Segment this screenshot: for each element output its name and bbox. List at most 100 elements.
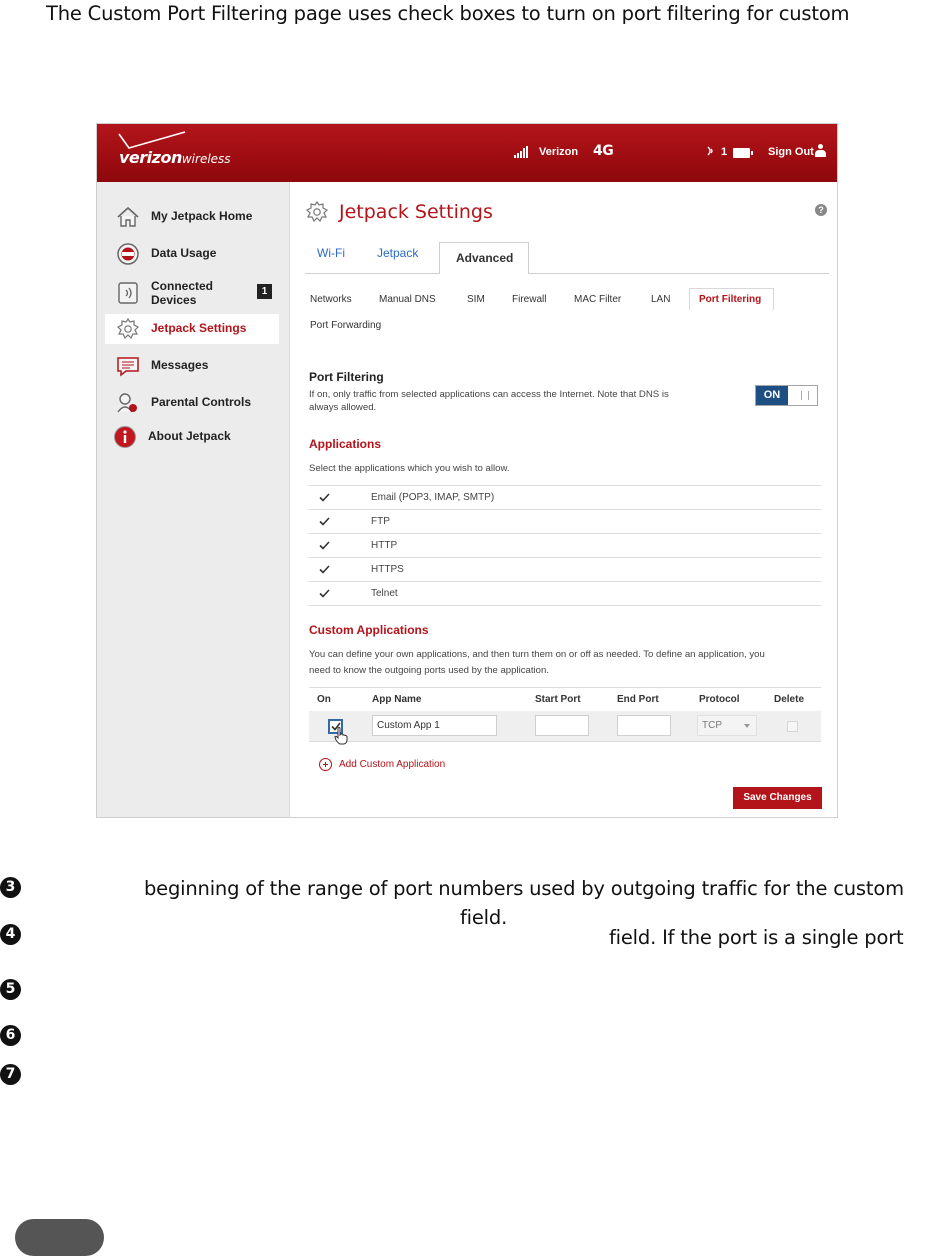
column-header-app-name: App Name (372, 694, 422, 705)
protocol-select[interactable]: TCP (697, 715, 757, 736)
sidebar-item-label: Messages (151, 358, 209, 372)
subtab-sim[interactable]: SIM (467, 294, 485, 305)
settings-gear-icon (305, 200, 329, 223)
sidebar-item-parental-controls[interactable]: Parental Controls (105, 388, 279, 418)
subtab-port-filtering-label: Port Filtering (699, 294, 762, 305)
custom-apps-table-header: On App Name Start Port End Port Protocol… (309, 687, 821, 711)
subtab-manual-dns[interactable]: Manual DNS (379, 294, 436, 305)
protocol-value: TCP (702, 720, 722, 731)
sidebar: My Jetpack Home Data Usage Connected Dev… (97, 182, 290, 817)
step-bullet-5: 5 (0, 979, 21, 1000)
step-bullet-4: 4 (0, 924, 21, 945)
page-number-pill (15, 1219, 104, 1256)
checkbox-checked-icon[interactable] (319, 541, 330, 550)
checkbox-checked-icon[interactable] (319, 493, 330, 502)
app-name-input[interactable]: Custom App 1 (372, 715, 497, 736)
user-icon[interactable] (815, 144, 826, 158)
intro-text: The Custom Port Filtering page uses chec… (46, 2, 850, 25)
sidebar-item-label: Jetpack Settings (151, 321, 247, 335)
connected-devices-icon (118, 282, 138, 304)
tabs-divider (305, 273, 829, 274)
list-item: Telnet (309, 581, 821, 605)
step-4-line-1: field. If the port is a single port (609, 926, 904, 949)
sign-out-link[interactable]: Sign Out (768, 146, 814, 158)
sidebar-item-connected-devices[interactable]: Connected Devices 1 (105, 277, 279, 309)
port-filtering-toggle[interactable]: ON (755, 385, 818, 406)
toggle-grip-icon (801, 391, 809, 400)
toggle-on-label: ON (756, 386, 788, 405)
main-content: Jetpack Settings ? Wi-Fi Jetpack Advance… (291, 182, 837, 817)
step-3-line-1: beginning of the range of port numbers u… (144, 877, 904, 900)
hand-cursor-icon (334, 727, 348, 745)
app-label: HTTPS (371, 564, 404, 575)
step-bullet-7: 7 (0, 1064, 21, 1085)
info-icon (114, 426, 136, 448)
column-header-protocol: Protocol (699, 694, 740, 705)
end-port-input[interactable] (617, 715, 671, 736)
start-port-input[interactable] (535, 715, 589, 736)
column-header-delete: Delete (774, 694, 805, 705)
tab-jetpack[interactable]: Jetpack (377, 246, 418, 260)
step-bullet-6: 6 (0, 1025, 21, 1046)
table-row: Custom App 1 TCP (309, 711, 821, 745)
add-custom-application-label: Add Custom Application (339, 759, 446, 770)
save-changes-button[interactable]: Save Changes (733, 787, 822, 809)
custom-applications-description-2: need to know the outgoing ports used by … (309, 665, 550, 676)
subtab-port-forwarding[interactable]: Port Forwarding (310, 320, 381, 331)
sidebar-item-label: Data Usage (151, 246, 217, 260)
sidebar-item-label: My Jetpack Home (151, 209, 253, 223)
subtab-mac-filter[interactable]: MAC Filter (574, 294, 621, 305)
page-title: Jetpack Settings (339, 201, 493, 223)
sidebar-item-messages[interactable]: Messages (105, 351, 279, 381)
port-filtering-description-2: always allowed. (309, 402, 377, 413)
connected-signal-icon (707, 146, 713, 156)
subtab-networks[interactable]: Networks (310, 294, 352, 305)
checkbox-checked-icon[interactable] (319, 565, 330, 574)
add-circle-icon (319, 758, 332, 771)
app-label: Telnet (371, 588, 398, 599)
checkbox-checked-icon[interactable] (319, 589, 330, 598)
battery-icon (733, 148, 753, 158)
brand-suffix: wireless (181, 152, 231, 166)
parental-controls-icon (117, 393, 137, 413)
custom-applications-heading: Custom Applications (309, 623, 429, 637)
tab-wifi[interactable]: Wi-Fi (317, 246, 345, 260)
app-label: Email (POP3, IMAP, SMTP) (371, 492, 495, 503)
port-filtering-heading: Port Filtering (309, 370, 384, 384)
chevron-down-icon (744, 724, 750, 728)
brand-name: verizon (119, 148, 182, 167)
help-icon[interactable]: ? (815, 204, 827, 216)
list-divider (309, 605, 821, 606)
app-label: FTP (371, 516, 390, 527)
subtab-lan[interactable]: LAN (651, 294, 670, 305)
top-bar: verizonwireless Verizon 4G 1 Sign Out (97, 124, 837, 182)
custom-applications-description-1: You can define your own applications, an… (309, 649, 765, 660)
tab-advanced[interactable]: Advanced (439, 242, 529, 274)
signal-strength-icon (514, 146, 528, 158)
delete-checkbox[interactable] (787, 721, 798, 732)
sidebar-item-about-jetpack[interactable]: About Jetpack (105, 422, 279, 452)
subtab-firewall[interactable]: Firewall (512, 294, 546, 305)
list-item: HTTPS (309, 557, 821, 581)
port-filtering-description-1: If on, only traffic from selected applic… (309, 389, 669, 400)
sidebar-item-home[interactable]: My Jetpack Home (105, 202, 279, 232)
messages-icon (117, 357, 139, 377)
home-icon (117, 206, 139, 227)
applications-heading: Applications (309, 437, 382, 451)
network-type: 4G (593, 143, 614, 159)
sidebar-item-jetpack-settings[interactable]: Jetpack Settings (105, 314, 279, 344)
applications-instruction: Select the applications which you wish t… (309, 463, 510, 474)
gear-icon (116, 317, 140, 340)
connected-devices-badge: 1 (257, 284, 272, 299)
verizon-logo: verizonwireless (119, 148, 231, 167)
step-bullet-3: 3 (0, 877, 21, 898)
tab-advanced-label: Advanced (456, 251, 514, 265)
sidebar-item-label: Connected Devices (151, 279, 214, 307)
connected-count: 1 (721, 146, 728, 158)
checkbox-checked-icon[interactable] (319, 517, 330, 526)
data-usage-icon (117, 243, 139, 265)
sidebar-item-label: Parental Controls (151, 395, 252, 409)
subtab-port-filtering[interactable]: Port Filtering (689, 288, 774, 310)
column-header-end-port: End Port (617, 694, 659, 705)
sidebar-item-data-usage[interactable]: Data Usage (105, 239, 279, 269)
